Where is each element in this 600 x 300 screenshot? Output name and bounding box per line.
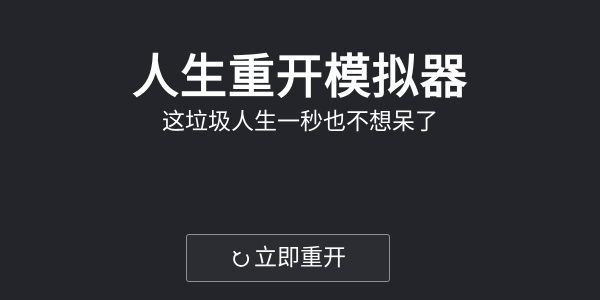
restart-button[interactable]: 立即重开 — [186, 234, 390, 282]
restart-button-label: 立即重开 — [254, 245, 346, 271]
game-title: 人生重开模拟器 — [132, 50, 468, 105]
game-start-screen: 人生重开模拟器 这垃圾人生一秒也不想呆了 立即重开 — [0, 0, 600, 300]
restart-icon — [230, 247, 252, 269]
game-subtitle: 这垃圾人生一秒也不想呆了 — [162, 109, 438, 135]
